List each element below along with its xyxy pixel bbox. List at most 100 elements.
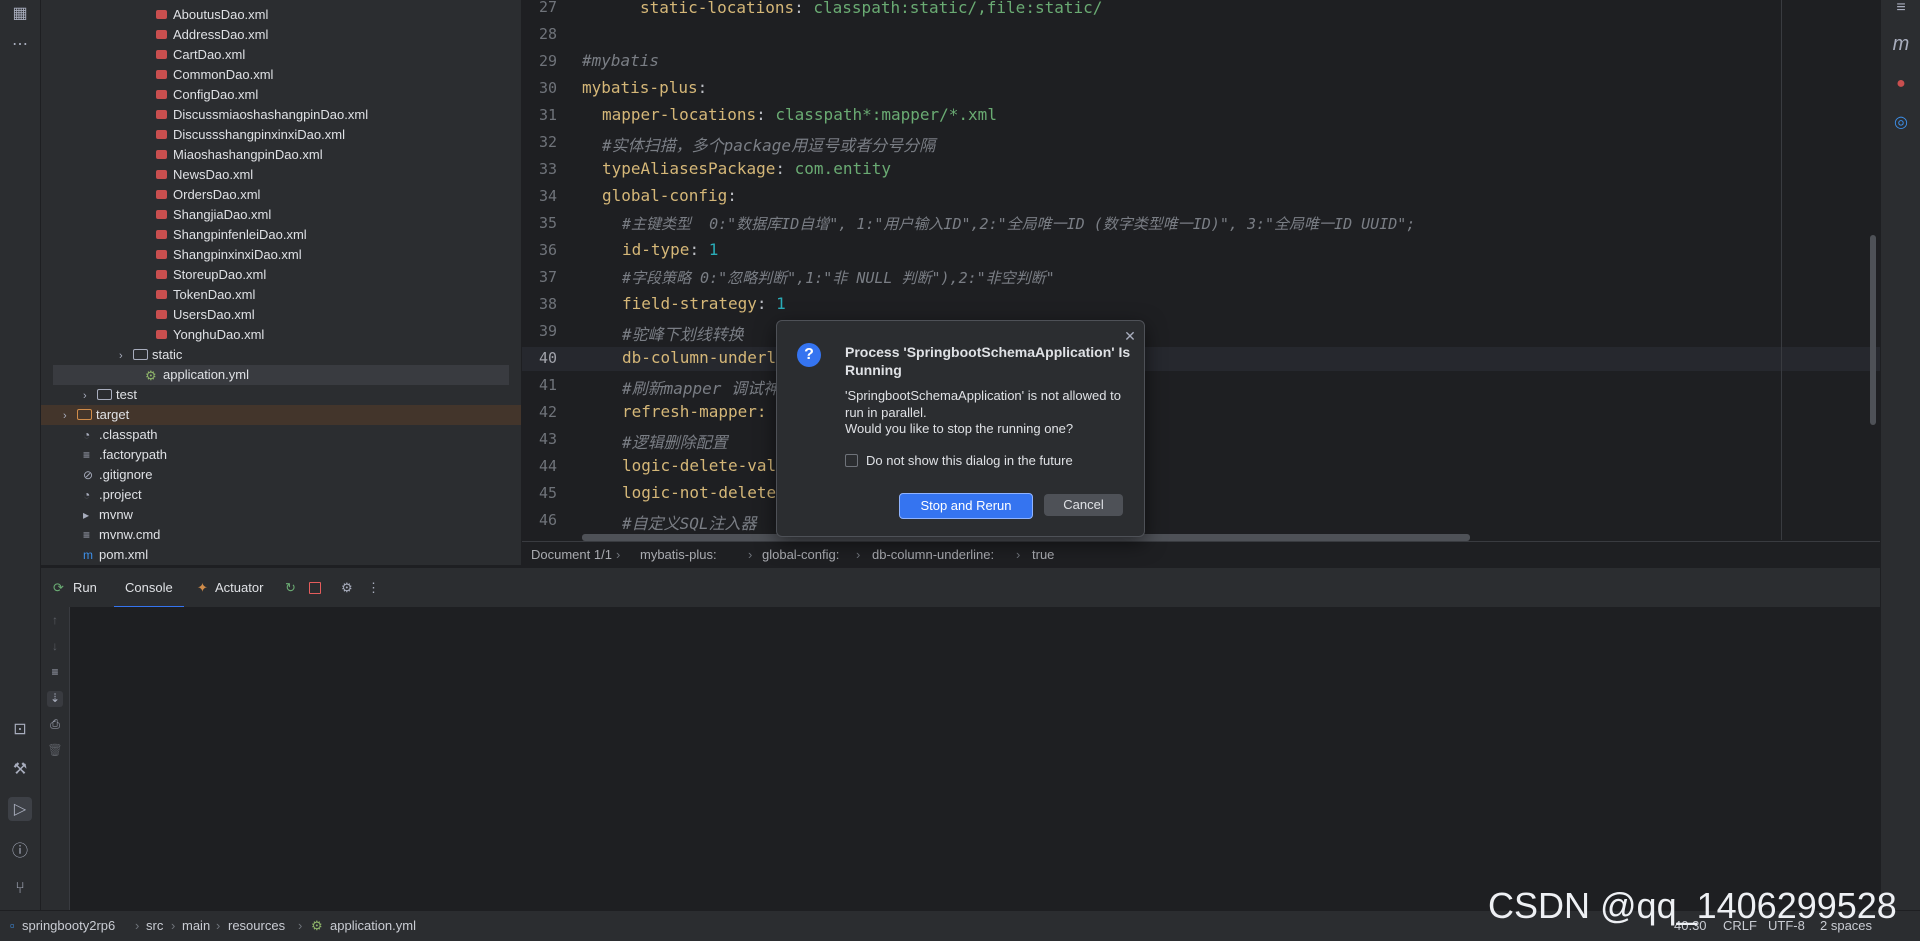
xml-file-icon: [155, 168, 169, 180]
debug-settings-icon[interactable]: ⚙: [341, 580, 353, 596]
tree-file-xml[interactable]: ShangjiaDao.xml: [155, 205, 271, 225]
mybatis-icon[interactable]: ●: [1889, 72, 1913, 96]
line-number: 40: [538, 349, 557, 367]
maven-icon[interactable]: m: [1889, 32, 1913, 56]
code-line: #逻辑删除配置: [622, 433, 728, 452]
code-line: static-locations: classpath:static/,file…: [640, 0, 1103, 17]
tree-file-xml[interactable]: AboutusDao.xml: [155, 5, 268, 25]
tree-file-xml[interactable]: OrdersDao.xml: [155, 185, 260, 205]
chevron-right-icon[interactable]: ›: [83, 386, 97, 406]
tree-file-xml[interactable]: UsersDao.xml: [155, 305, 255, 325]
tree-file-xml[interactable]: CommonDao.xml: [155, 65, 273, 85]
xml-file-icon: [155, 268, 169, 280]
trash-icon[interactable]: 🗑: [47, 743, 63, 759]
stop-and-rerun-button[interactable]: Stop and Rerun: [899, 493, 1033, 519]
tree-root-file[interactable]: m pom.xml: [83, 545, 148, 565]
run-tool-icon[interactable]: ▷: [8, 797, 32, 821]
arrow-down-icon[interactable]: ↓: [47, 639, 63, 655]
status-path-main[interactable]: main: [182, 918, 210, 933]
tree-file-xml[interactable]: YonghuDao.xml: [155, 325, 264, 345]
folder-icon: [133, 349, 148, 360]
breadcrumb-separator: ›: [1016, 547, 1021, 562]
tree-file-xml[interactable]: NewsDao.xml: [155, 165, 253, 185]
arrow-up-icon[interactable]: ↑: [47, 613, 63, 629]
line-number: 31: [538, 106, 557, 124]
do-not-show-checkbox[interactable]: Do not show this dialog in the future: [845, 453, 1073, 468]
tree-file-xml[interactable]: ConfigDao.xml: [155, 85, 258, 105]
tree-root-file[interactable]: ≡ mvnw.cmd: [83, 525, 160, 545]
folder-icon: [97, 389, 112, 400]
stop-icon[interactable]: [309, 582, 321, 594]
tree-file-label: UsersDao.xml: [173, 307, 255, 322]
code-line: mapper-locations: classpath*:mapper/*.xm…: [602, 105, 997, 124]
tree-file-xml[interactable]: DiscussmiaoshashangpinDao.xml: [155, 105, 368, 125]
tab-actuator[interactable]: Actuator: [215, 580, 263, 595]
tree-root-file[interactable]: ▸ mvnw: [83, 505, 133, 525]
git-icon[interactable]: ⑂: [8, 877, 32, 901]
cancel-button[interactable]: Cancel: [1044, 494, 1123, 516]
tree-file-label: ConfigDao.xml: [173, 87, 259, 102]
close-icon[interactable]: ✕: [1123, 329, 1137, 343]
checkbox-box[interactable]: [845, 454, 858, 467]
scroll-to-end-icon[interactable]: ⇣: [47, 691, 63, 707]
module-icon: ▫: [10, 918, 15, 933]
chevron-right-icon[interactable]: ›: [119, 346, 133, 366]
more-options-icon[interactable]: ⋮: [367, 580, 380, 596]
status-path-src[interactable]: src: [146, 918, 163, 933]
rerun-icon[interactable]: ↻: [285, 580, 296, 596]
tree-folder-target[interactable]: › target: [41, 405, 521, 425]
tree-file-xml[interactable]: MiaoshashangpinDao.xml: [155, 145, 323, 165]
right-margin-guide: [1781, 0, 1782, 540]
tree-root-file[interactable]: ◔ .project: [83, 485, 142, 505]
breadcrumb-item[interactable]: true: [1032, 547, 1054, 562]
project-tree: AboutusDao.xml AddressDao.xml CartDao.xml C…: [41, 0, 521, 565]
tree-file-xml[interactable]: ShangpinfenleiDao.xml: [155, 225, 307, 245]
status-path-resources[interactable]: resources: [228, 918, 285, 933]
database-icon[interactable]: ≡: [1889, 0, 1913, 20]
breadcrumb-item[interactable]: mybatis-plus:: [640, 547, 717, 562]
tree-folder-static[interactable]: › static: [119, 345, 182, 365]
code-editor[interactable]: 27 28 29 30 31 32 33 34 35 36 37 38 39 40 41 42 43 44 45 46…: [522, 0, 1880, 540]
tree-root-file[interactable]: ⊘ .gitignore: [83, 465, 152, 485]
tab-console[interactable]: Console: [125, 580, 173, 595]
breadcrumb-document[interactable]: Document 1/1: [531, 547, 612, 562]
dialog-message: 'SpringbootSchemaApplication' is not all…: [845, 388, 1121, 420]
breadcrumb-item[interactable]: global-config:: [762, 547, 839, 562]
tree-root-file[interactable]: ◔ .classpath: [83, 425, 158, 445]
tree-file-xml[interactable]: DiscussshangpinxinxiDao.xml: [155, 125, 345, 145]
tree-file-xml[interactable]: CartDao.xml: [155, 45, 245, 65]
problems-icon[interactable]: ⓘ: [8, 837, 32, 861]
console-output[interactable]: [41, 607, 1880, 910]
tree-file-label: DiscussshangpinxinxiDao.xml: [173, 127, 345, 142]
code-line: typeAliasesPackage: com.entity: [602, 159, 891, 178]
tree-file-label: ShangjiaDao.xml: [173, 207, 272, 222]
status-path-project[interactable]: springbooty2rp6: [22, 918, 115, 933]
tree-file-application-yml[interactable]: ⚙ application.yml: [53, 365, 509, 385]
tree-root-file[interactable]: ≡ .factorypath: [83, 445, 167, 465]
tree-file-xml[interactable]: TokenDao.xml: [155, 285, 255, 305]
soft-wrap-icon[interactable]: ≡: [47, 665, 63, 681]
breadcrumb-item[interactable]: db-column-underline:: [872, 547, 994, 562]
left-tool-strip: ▦ ⋯ ⊡ ⚒ ▷ ⓘ ⑂: [0, 0, 41, 940]
right-tool-strip: ≡ m ● ◎: [1880, 0, 1920, 940]
tree-file-xml[interactable]: AddressDao.xml: [155, 25, 268, 45]
folder-icon: [77, 409, 92, 420]
tab-run[interactable]: Run: [73, 580, 97, 595]
xml-file-icon: [155, 248, 169, 260]
terminal-icon[interactable]: ⊡: [8, 717, 32, 741]
structure-icon[interactable]: ▦: [8, 1, 32, 25]
print-icon[interactable]: ⎙: [47, 717, 63, 733]
line-number: 37: [538, 268, 557, 286]
status-path-file[interactable]: application.yml: [330, 918, 416, 933]
xml-file-icon: [155, 68, 169, 80]
more-tools-icon[interactable]: ⋯: [8, 32, 32, 56]
tree-file-xml[interactable]: StoreupDao.xml: [155, 265, 266, 285]
chevron-right-icon[interactable]: ›: [63, 406, 77, 426]
run-panel-header: ⟳ Run Console ✦ Actuator ↻ ⚙ ⋮: [41, 567, 1880, 608]
services-icon[interactable]: ◎: [1889, 110, 1913, 134]
build-icon[interactable]: ⚒: [8, 757, 32, 781]
editor-vertical-scrollbar[interactable]: [1870, 235, 1876, 425]
tree-folder-test[interactable]: › test: [83, 385, 137, 405]
tree-file-xml[interactable]: ShangpinxinxiDao.xml: [155, 245, 302, 265]
line-number: 35: [538, 214, 557, 232]
